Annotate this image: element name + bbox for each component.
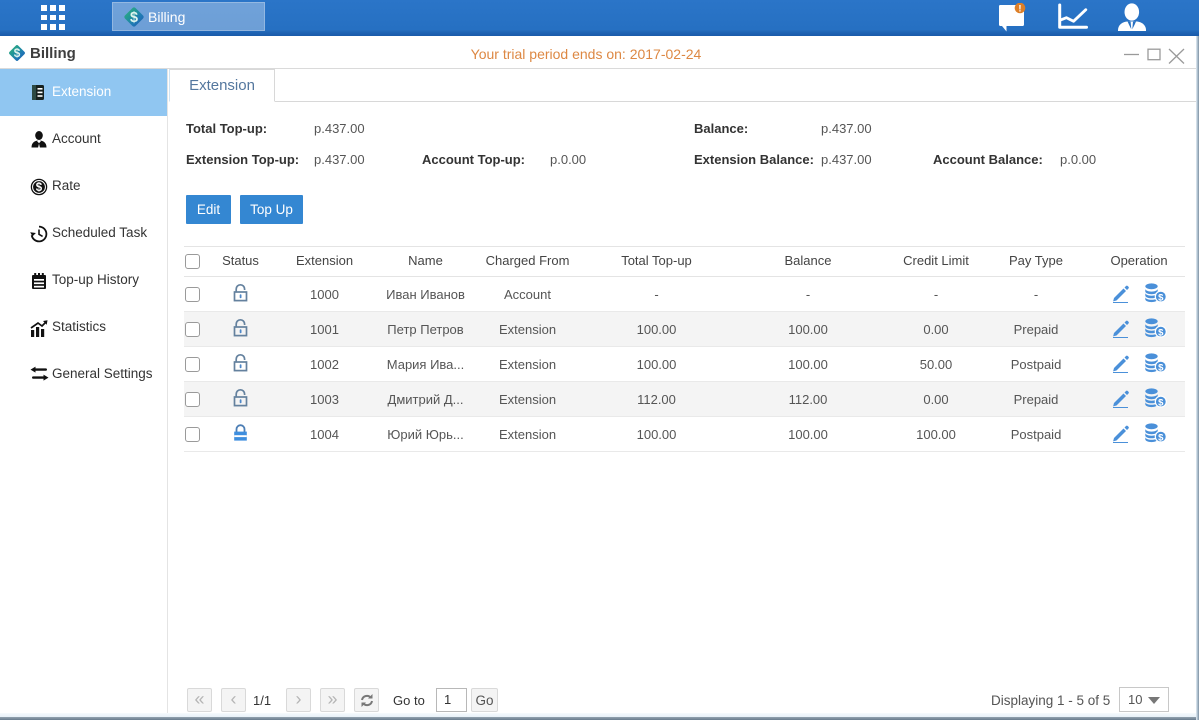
svg-text:$: $ <box>1158 362 1164 373</box>
svg-text:$: $ <box>130 10 138 26</box>
svg-text:$: $ <box>1158 397 1164 408</box>
svg-text:$: $ <box>1158 432 1164 443</box>
svg-text:$: $ <box>36 182 43 194</box>
svg-text:$: $ <box>1158 327 1164 338</box>
svg-text:$: $ <box>1158 292 1164 303</box>
svg-text:!: ! <box>1018 4 1021 15</box>
